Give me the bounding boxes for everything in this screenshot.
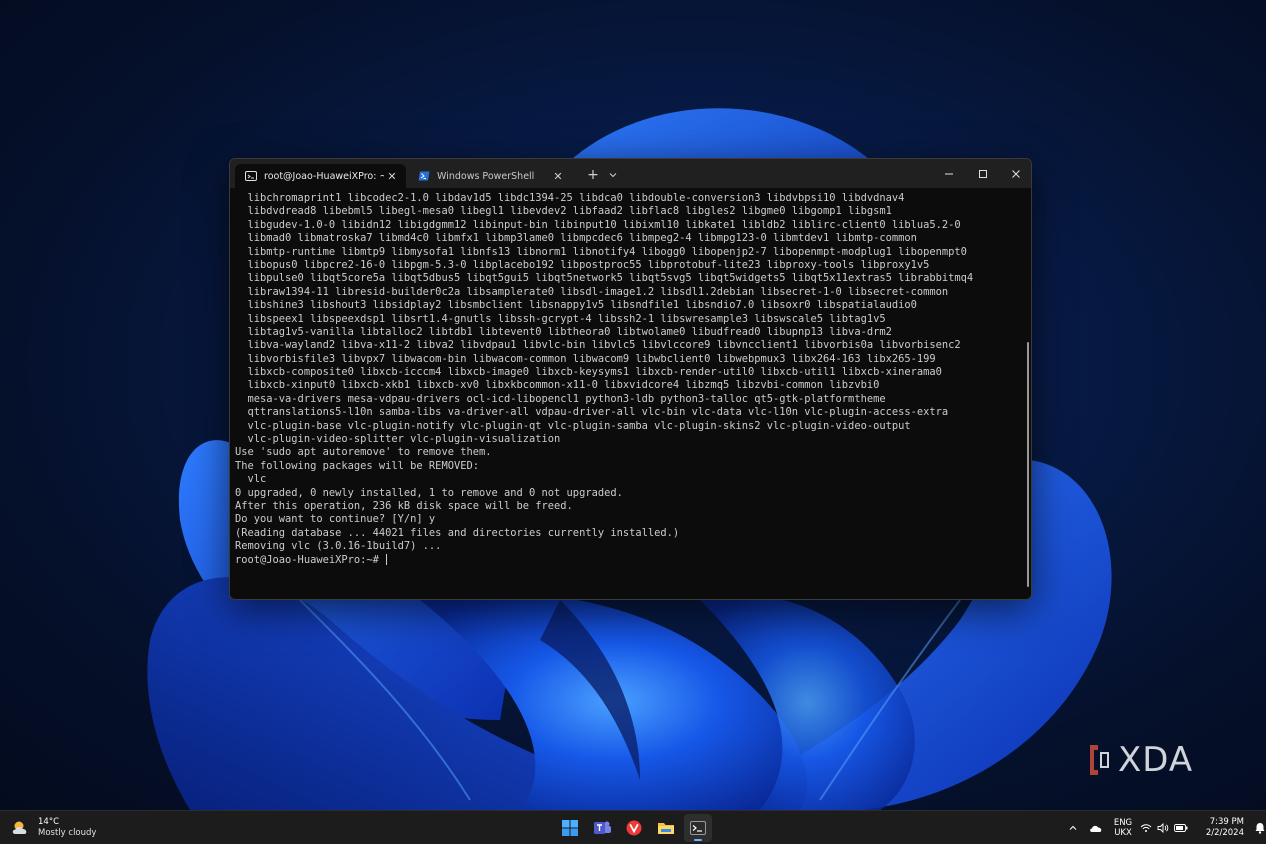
terminal-output-line: vlc-plugin-video-splitter vlc-plugin-vis…	[235, 433, 561, 446]
teams-app-button[interactable]	[588, 814, 616, 842]
terminal-output[interactable]: libchromaprint1 libcodec2-1.0 libdav1d5 …	[235, 192, 1025, 592]
terminal-output-line: Use 'sudo apt autoremove' to remove them…	[235, 446, 492, 459]
terminal-output-line: libopus0 libpcre2-16-0 libpgm-5.3-0 libp…	[235, 258, 930, 271]
terminal-output-line: libchromaprint1 libcodec2-1.0 libdav1d5 …	[235, 192, 905, 204]
quick-settings-button[interactable]	[1138, 815, 1190, 841]
terminal-output-line: Removing vlc (3.0.16-1build7) ...	[235, 540, 442, 553]
teams-icon	[594, 821, 611, 834]
terminal-output-line: libpulse0 libqt5core5a libqt5dbus5 libqt…	[235, 272, 974, 285]
terminal-output-line: libxcb-xinput0 libxcb-xkb1 libxcb-xv0 li…	[235, 379, 880, 392]
tab-label: Windows PowerShell	[437, 170, 535, 182]
terminal-output-line: qttranslations5-l10n samba-libs va-drive…	[235, 406, 949, 419]
terminal-output-line: vlc-plugin-base vlc-plugin-notify vlc-pl…	[235, 419, 911, 432]
folder-icon	[658, 823, 674, 834]
keyboard-layout: UKX	[1114, 828, 1132, 838]
start-button[interactable]	[556, 814, 584, 842]
new-tab-button[interactable]: +	[584, 166, 602, 184]
cloud-icon	[1090, 825, 1102, 832]
terminal-output-line: (Reading database ... 44021 files and di…	[235, 526, 680, 539]
terminal-output-line: libraw1394-11 libresid-builder0c2a libsa…	[235, 285, 949, 298]
terminal-icon	[690, 821, 706, 835]
notifications-button[interactable]	[1250, 815, 1266, 841]
system-tray: ENG UKX 7:39 PM 2/2/2024	[1062, 815, 1266, 841]
vivaldi-app-button[interactable]	[620, 814, 648, 842]
notification-bell-icon	[1255, 823, 1265, 834]
maximize-icon	[979, 169, 987, 178]
tab-ubuntu[interactable]: root@Joao-HuaweiXPro: ~ ✕	[235, 164, 406, 188]
show-hidden-icons-button[interactable]	[1062, 815, 1084, 841]
close-button[interactable]	[999, 159, 1031, 188]
terminal-output-line: libxcb-composite0 libxcb-icccm4 libxcb-i…	[235, 366, 942, 379]
terminal-output-line: Do you want to continue? [Y/n] y	[235, 513, 436, 526]
terminal-output-line: libdvdread8 libebml5 libegl-mesa0 libegl…	[235, 205, 892, 218]
terminal-output-line: vlc	[235, 473, 267, 486]
close-tab-icon[interactable]: ✕	[550, 168, 566, 184]
terminal-output-line: libgudev-1.0-0 libidn12 libigdgmm12 libi…	[235, 218, 961, 231]
terminal-output-line: libmad0 libmatroska7 libmd4c0 libmfx1 li…	[235, 232, 917, 245]
wifi-icon	[1140, 824, 1152, 832]
terminal-output-line: 0 upgraded, 0 newly installed, 1 to remo…	[235, 486, 623, 499]
terminal-titlebar[interactable]: root@Joao-HuaweiXPro: ~ ✕ Windows PowerS…	[230, 159, 1031, 188]
close-icon	[1012, 169, 1020, 178]
battery-icon	[1174, 824, 1188, 832]
terminal-output-line: libtag1v5-vanilla libtalloc2 libtdb1 lib…	[235, 325, 892, 338]
clock-date: 2/2/2024	[1205, 828, 1244, 838]
terminal-output-line: libspeex1 libspeexdsp1 libsrt1.4-gnutls …	[235, 312, 886, 325]
terminal-output-line: mesa-va-drivers mesa-vdpau-drivers ocl-i…	[235, 392, 886, 405]
file-explorer-app-button[interactable]	[652, 814, 680, 842]
volume-icon	[1157, 823, 1169, 833]
terminal-output-line: After this operation, 236 kB disk space …	[235, 499, 573, 512]
minimize-button[interactable]	[932, 159, 966, 188]
weather-temperature: 14°C	[38, 817, 60, 827]
terminal-app-button[interactable]	[684, 814, 712, 842]
weather-condition: Mostly cloudy	[38, 828, 97, 838]
close-tab-icon[interactable]: ✕	[384, 168, 400, 184]
terminal-output-line: libshine3 libshout3 libsidplay2 libsmbcl…	[235, 299, 917, 312]
language-indicator[interactable]: ENG UKX	[1108, 815, 1138, 841]
windows-icon	[562, 820, 578, 836]
chevron-up-icon	[1069, 825, 1077, 830]
terminal-output-line: libmtp-runtime libmtp9 libmysofa1 libnfs…	[235, 245, 967, 258]
xda-watermark-text: XDA	[1118, 740, 1194, 780]
chevron-down-icon[interactable]	[605, 166, 621, 184]
language-code: ENG	[1113, 818, 1133, 828]
terminal-icon	[245, 170, 257, 182]
terminal-prompt-line: root@Joao-HuaweiXPro:~#	[235, 553, 388, 566]
weather-widget[interactable]: 14°C Mostly cloudy	[10, 815, 96, 841]
clock[interactable]: 7:39 PM 2/2/2024	[1190, 815, 1244, 841]
minimize-icon	[945, 173, 953, 174]
tab-powershell[interactable]: Windows PowerShell ✕	[408, 164, 572, 188]
terminal-output-line: libvorbisfile3 libvpx7 libwacom-bin libw…	[235, 352, 936, 365]
terminal-output-line: libva-wayland2 libva-x11-2 libva2 libvdp…	[235, 339, 961, 352]
terminal-output-line: The following packages will be REMOVED:	[235, 459, 479, 472]
taskbar-apps	[556, 814, 712, 842]
maximize-button[interactable]	[966, 159, 1000, 188]
tab-label: root@Joao-HuaweiXPro: ~	[264, 170, 384, 182]
vivaldi-icon	[626, 820, 642, 836]
xda-logo-icon	[1090, 745, 1109, 775]
powershell-icon	[418, 170, 430, 182]
clock-time: 7:39 PM	[1209, 817, 1244, 827]
partly-cloudy-icon	[12, 821, 27, 834]
onedrive-button[interactable]	[1084, 815, 1108, 841]
terminal-window[interactable]: root@Joao-HuaweiXPro: ~ ✕ Windows PowerS…	[229, 158, 1032, 600]
text-cursor	[386, 553, 388, 565]
xda-watermark: XDA	[1086, 740, 1208, 780]
taskbar: 14°C Mostly cloudy ENG UKX 7:39 PM 2/2/2…	[0, 810, 1266, 844]
scrollbar[interactable]	[1027, 342, 1029, 587]
